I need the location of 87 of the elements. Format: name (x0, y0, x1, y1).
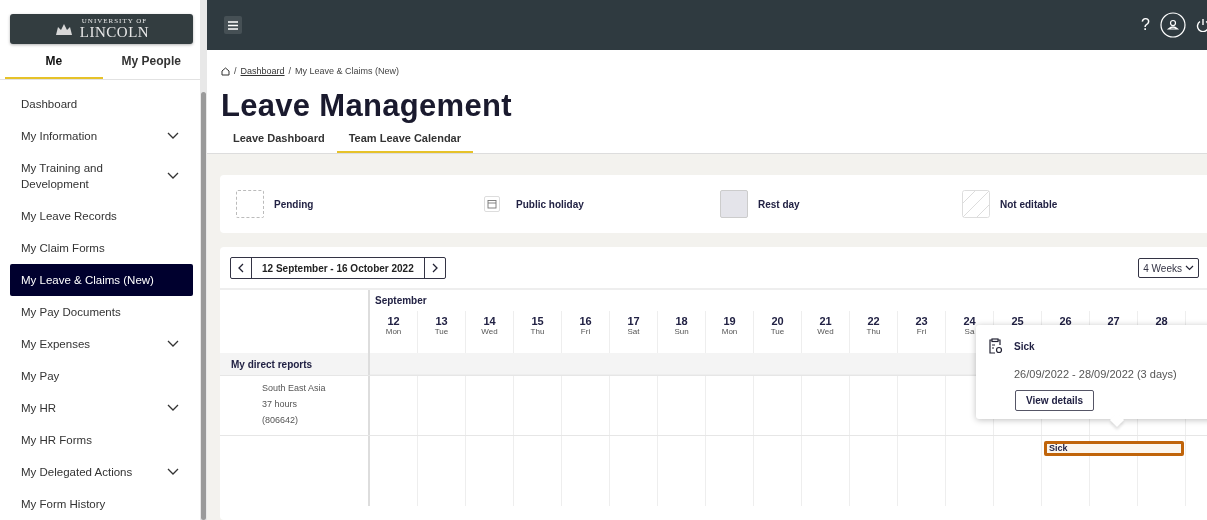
weekday-label: Wed (481, 327, 498, 336)
weekday-label: Mon (385, 327, 402, 336)
weekday-label: Wed (817, 327, 834, 336)
hatched-swatch (962, 190, 990, 218)
day-number: 25 (1011, 315, 1024, 327)
sidebar-item[interactable]: My Pay Documents (10, 296, 193, 328)
chevron-down-icon (167, 132, 179, 140)
weekday-label: Tue (434, 327, 449, 336)
sidebar-tab[interactable]: Me (5, 50, 103, 79)
day-number: 24 (963, 315, 976, 327)
sidebar-item[interactable]: My Delegated Actions (10, 456, 193, 488)
day-number: 12 (387, 315, 400, 327)
chevron-right-icon (431, 263, 438, 273)
group-label: My direct reports (231, 358, 313, 370)
menu-icon (228, 20, 238, 30)
sidebar-item[interactable]: My HR Forms (10, 424, 193, 456)
calendar-icon (484, 196, 500, 212)
chevron-down-icon (167, 404, 179, 412)
sidebar-item[interactable]: My Training and Development (10, 152, 193, 200)
breadcrumb-current: My Leave & Claims (New) (295, 66, 400, 76)
weekday-label: Fri (916, 327, 927, 336)
weekday-label: Mon (721, 327, 738, 336)
weekday-label: Sa (964, 327, 975, 336)
chevron-left-icon (238, 263, 244, 273)
breadcrumb-separator: / (288, 66, 292, 76)
home-icon[interactable] (221, 66, 230, 76)
employee-detail: South East Asia (262, 382, 327, 395)
sidebar-item[interactable]: My Leave & Claims (New) (10, 264, 193, 296)
chevron-down-icon (167, 468, 179, 476)
power-icon[interactable] (1196, 18, 1207, 32)
sidebar-item[interactable]: Dashboard (10, 88, 193, 120)
chevron-down-icon (167, 340, 179, 348)
page-tab[interactable]: Leave Dashboard (221, 130, 337, 153)
menu-button[interactable] (224, 16, 242, 34)
weekday-label: Thu (866, 327, 881, 336)
sidebar-item[interactable]: My HR (10, 392, 193, 424)
sidebar-item[interactable]: My Leave Records (10, 200, 193, 232)
tooltip-title: Sick (1014, 340, 1035, 352)
day-number: 26 (1059, 315, 1072, 327)
tooltip-dates: 26/09/2022 - 28/09/2022 (3 days) (1014, 368, 1178, 380)
help-button[interactable]: ? (1141, 16, 1150, 34)
day-number: 15 (531, 315, 544, 327)
legend-label: Not editable (1000, 198, 1058, 210)
pending-swatch (236, 190, 264, 218)
legend-label: Public holiday (516, 198, 584, 210)
weekday-label: Sat (627, 327, 640, 336)
day-number: 23 (915, 315, 928, 327)
day-number: 21 (819, 315, 832, 327)
view-details-button[interactable]: View details (1015, 390, 1095, 411)
crest-icon (53, 22, 74, 36)
day-number: 13 (435, 315, 448, 327)
chevron-down-icon (167, 172, 179, 180)
legend-label: Rest day (758, 198, 800, 210)
sidebar-tab[interactable]: My People (102, 50, 200, 79)
rest-day-swatch (720, 190, 748, 218)
day-number: 27 (1107, 315, 1120, 327)
day-number: 16 (579, 315, 592, 327)
clipboard-icon (987, 338, 1003, 354)
page-title: Leave Management (221, 88, 513, 124)
sidebar-item[interactable]: My Pay (10, 360, 193, 392)
view-dropdown[interactable]: 4 Weeks (1138, 258, 1199, 278)
chevron-down-icon (1185, 265, 1194, 271)
day-number: 17 (627, 315, 640, 327)
sidebar-item[interactable]: My Claim Forms (10, 232, 193, 264)
scrollbar[interactable] (200, 0, 207, 520)
weekday-label: Thu (530, 327, 545, 336)
month-label: September (374, 294, 428, 308)
day-number: 19 (723, 315, 736, 327)
breadcrumb-separator: / (234, 66, 237, 76)
day-number: 22 (867, 315, 880, 327)
day-number: 14 (483, 315, 496, 327)
sidebar-item[interactable]: My Information (10, 120, 193, 152)
weekday-label: Tue (770, 327, 785, 336)
day-number: 18 (675, 315, 688, 327)
employee-detail: (806642) (262, 414, 300, 427)
leave-bar[interactable]: Sick (1044, 441, 1184, 456)
user-icon[interactable] (1160, 12, 1186, 38)
weekday-label: Sun (674, 327, 689, 336)
date-range: 12 September - 16 October 2022 (251, 258, 425, 278)
day-number: 28 (1155, 315, 1168, 327)
employee-detail: 37 hours (262, 398, 299, 411)
legend-label: Pending (274, 198, 314, 210)
sidebar-item[interactable]: My Form History (10, 488, 193, 520)
breadcrumb-link[interactable]: Dashboard (240, 66, 285, 76)
weekday-label: Fri (580, 327, 591, 336)
day-number: 20 (771, 315, 784, 327)
sidebar-item[interactable]: My Expenses (10, 328, 193, 360)
